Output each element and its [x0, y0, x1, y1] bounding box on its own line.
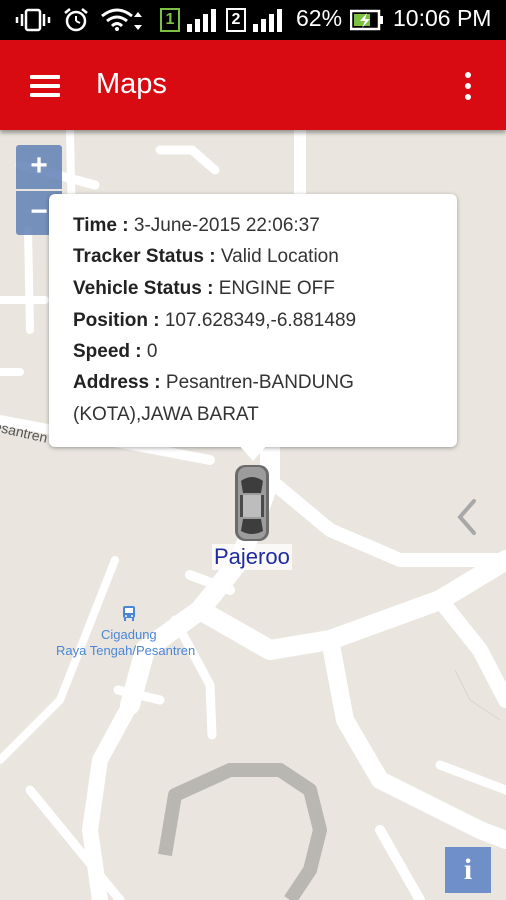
clock: 10:06 PM [393, 5, 492, 31]
chevron-left-icon[interactable] [452, 497, 482, 537]
speed-value: 0 [146, 341, 158, 362]
battery-charging-icon [350, 9, 383, 31]
car-icon[interactable] [232, 463, 272, 543]
address-label: Address : [73, 372, 161, 393]
alarm-icon [64, 8, 88, 32]
address-value-line1: Pesantren-BANDUNG [165, 372, 354, 393]
vehicle-status-value: ENGINE OFF [218, 278, 335, 299]
time-label: Time : [73, 215, 129, 236]
overflow-menu-icon[interactable] [458, 70, 478, 102]
info-button[interactable]: i [445, 847, 491, 893]
app-title: Maps [96, 68, 167, 100]
hamburger-menu-icon[interactable] [30, 75, 60, 97]
sim1-signal-icon [187, 9, 216, 32]
battery-percent: 62% [296, 5, 343, 31]
zoom-in-button[interactable]: + [16, 145, 62, 189]
poi-label-line2[interactable]: Raya Tengah/Pesantren [56, 643, 195, 658]
vehicle-status-label: Vehicle Status : [73, 278, 214, 299]
poi-label-line1[interactable]: Cigadung [101, 627, 157, 642]
address-row: Address : Pesantren-BANDUNG [73, 372, 354, 394]
sim1-badge: 1 [160, 8, 180, 32]
address-value-line2: (KOTA),JAWA BARAT [73, 404, 259, 425]
time-value: 3-June-2015 22:06:37 [133, 215, 320, 236]
app-bar: Maps [0, 40, 506, 130]
tracker-status-label: Tracker Status : [73, 246, 216, 267]
vehicle-status-row: Vehicle Status : ENGINE OFF [73, 278, 335, 300]
status-bar: 1 2 62% 10:06 PM [0, 0, 506, 40]
wifi-icon [101, 8, 142, 31]
vehicle-marker-label[interactable]: Pajeroo [212, 544, 292, 570]
position-label: Position : [73, 310, 160, 331]
vibrate-icon [15, 8, 51, 32]
popup-pointer [238, 444, 268, 461]
speed-label: Speed : [73, 341, 142, 362]
sim2-signal-icon [253, 9, 282, 32]
sim2-badge: 2 [226, 8, 246, 32]
vehicle-info-popup: Time : 3-June-2015 22:06:37 Tracker Stat… [49, 194, 457, 461]
position-row: Position : 107.628349,-6.881489 [73, 310, 356, 332]
speed-row: Speed : 0 [73, 341, 157, 363]
tracker-status-value: Valid Location [220, 246, 339, 267]
tracker-status-row: Tracker Status : Valid Location [73, 246, 339, 268]
position-value: 107.628349,-6.881489 [164, 310, 357, 331]
time-row: Time : 3-June-2015 22:06:37 [73, 215, 320, 237]
